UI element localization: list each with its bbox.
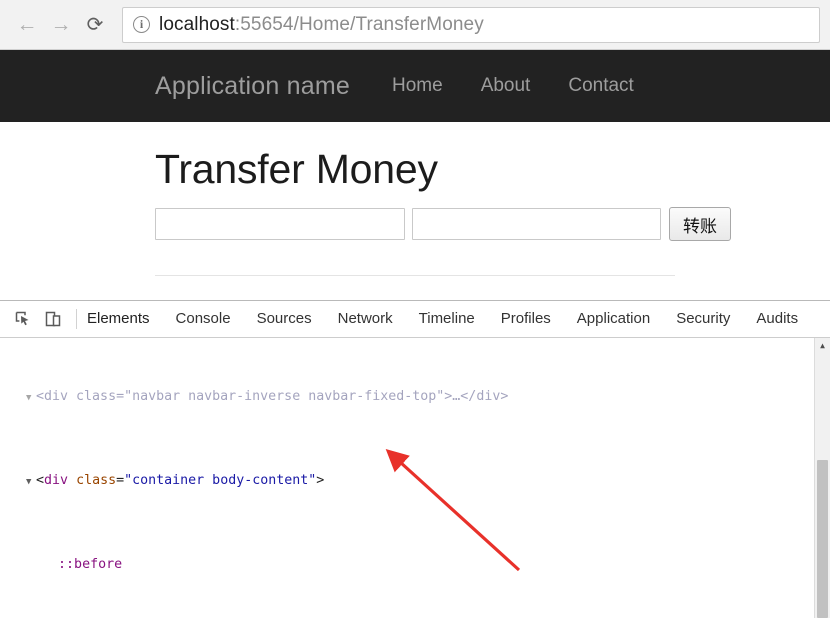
content-divider — [155, 275, 675, 276]
dom-line-navbar[interactable]: ▼ <div class="navbar navbar-inverse navba… — [0, 387, 814, 409]
screenshot-root: ← → ⟳ i localhost:55654/Home/TransferMon… — [0, 0, 830, 618]
dom-val-class: "container body-content" — [124, 472, 317, 488]
tab-timeline[interactable]: Timeline — [419, 302, 475, 336]
address-bar-url: localhost:55654/Home/TransferMoney — [159, 14, 484, 36]
dom-pseudo-text: ::before — [58, 556, 123, 572]
dom-tag-div: div — [44, 472, 69, 488]
scrollbar-thumb[interactable] — [817, 460, 828, 618]
tab-profiles[interactable]: Profiles — [501, 302, 551, 336]
site-info-icon[interactable]: i — [133, 16, 150, 33]
forward-icon[interactable]: → — [44, 8, 78, 42]
reload-icon[interactable]: ⟳ — [78, 8, 112, 42]
page-content: Transfer Money 转账 — [0, 146, 830, 241]
dom-line-navbar-text: <div class="navbar navbar-inverse navbar… — [36, 389, 509, 405]
tab-sources[interactable]: Sources — [257, 302, 312, 336]
tab-elements[interactable]: Elements — [87, 302, 150, 336]
dom-line-pseudo-before[interactable]: ::before — [0, 555, 814, 576]
url-path: :55654/Home/TransferMoney — [234, 13, 484, 35]
page-viewport: Application name Home About Contact Tran… — [0, 50, 830, 300]
url-host: localhost — [159, 13, 235, 35]
dom-tree-scrollbar[interactable]: ▲ — [814, 338, 830, 618]
tab-security[interactable]: Security — [676, 302, 730, 336]
back-icon[interactable]: ← — [10, 8, 44, 42]
to-account-input[interactable] — [155, 208, 405, 240]
transfer-money-form: 转账 — [155, 207, 830, 241]
page-title: Transfer Money — [155, 146, 438, 192]
dom-tree: ▼ <div class="navbar navbar-inverse navba… — [0, 338, 814, 618]
devtools-panel: Elements Console Sources Network Timelin… — [0, 300, 830, 618]
transfer-submit-button[interactable]: 转账 — [669, 207, 731, 241]
tab-console[interactable]: Console — [176, 302, 231, 336]
device-toolbar-icon[interactable] — [38, 306, 68, 332]
tab-network[interactable]: Network — [338, 302, 393, 336]
navbar-links: Home About Contact — [392, 75, 634, 97]
tab-application[interactable]: Application — [577, 302, 650, 336]
toolbar-divider — [76, 309, 77, 329]
inspect-element-icon[interactable] — [8, 306, 38, 332]
nav-link-home[interactable]: Home — [392, 75, 443, 97]
dom-tree-pane[interactable]: ▼ <div class="navbar navbar-inverse navba… — [0, 338, 830, 618]
address-bar[interactable]: i localhost:55654/Home/TransferMoney — [122, 6, 820, 43]
devtools-tabs: Elements Console Sources Network Timelin… — [87, 302, 798, 336]
browser-toolbar: ← → ⟳ i localhost:55654/Home/TransferMon… — [0, 0, 830, 50]
scroll-up-icon[interactable]: ▲ — [815, 338, 830, 354]
devtools-toolbar: Elements Console Sources Network Timelin… — [0, 301, 830, 338]
site-navbar: Application name Home About Contact — [0, 50, 830, 122]
dom-line-container[interactable]: ▼ <div class="container body-content"> — [0, 471, 814, 493]
navbar-brand[interactable]: Application name — [155, 72, 350, 101]
money-input[interactable] — [412, 208, 661, 240]
tab-audits[interactable]: Audits — [756, 302, 798, 336]
nav-link-about[interactable]: About — [481, 75, 531, 97]
nav-link-contact[interactable]: Contact — [568, 75, 633, 97]
dom-attr-class: class — [76, 472, 117, 488]
